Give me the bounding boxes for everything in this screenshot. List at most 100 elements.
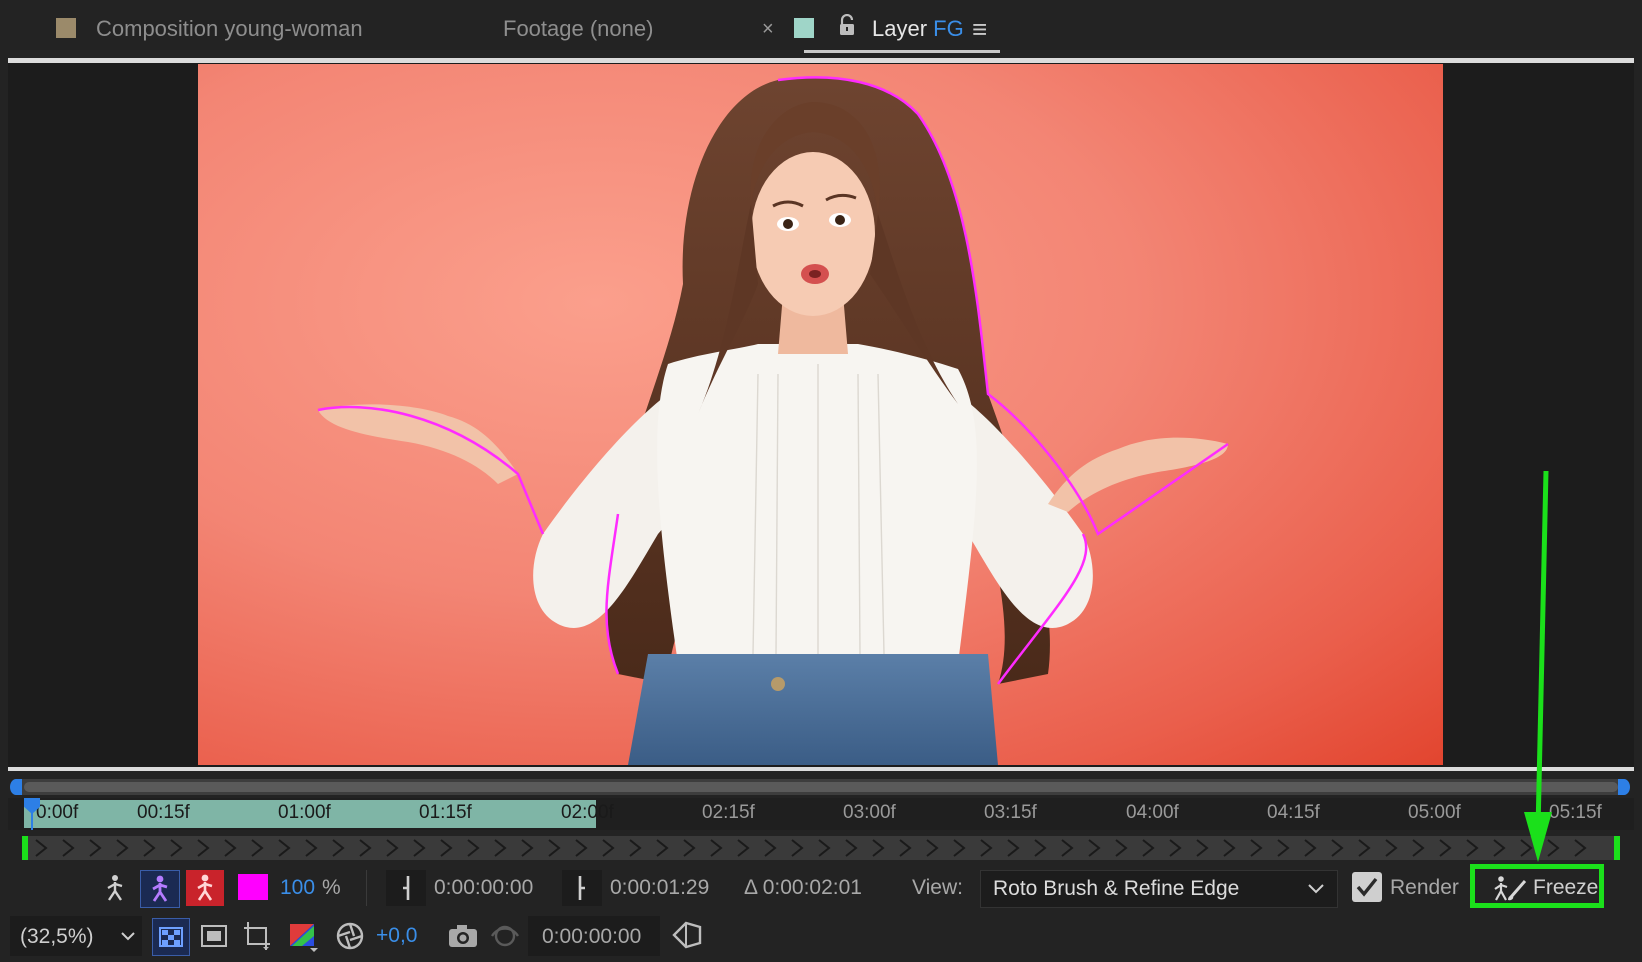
ruler-label: 05:00f xyxy=(1408,802,1461,823)
overlay-opacity-unit: % xyxy=(322,876,341,899)
chevron-right-icon xyxy=(89,839,102,857)
chevron-right-icon xyxy=(1034,839,1047,857)
overlay-opacity-value[interactable]: 100 xyxy=(280,876,315,900)
time-ruler[interactable]: 0:00f 00:15f 01:00f 01:15f 02:00f 02:15f… xyxy=(8,798,1634,830)
chevron-right-icon xyxy=(440,839,453,857)
chevron-right-icon xyxy=(224,839,237,857)
roto-controls-bar: 100 % 0:00:00:00 0:00:01:29 Δ 0:00:02:01… xyxy=(0,864,1642,912)
chevron-right-icon xyxy=(1007,839,1020,857)
chevron-right-icon xyxy=(629,839,642,857)
tab-layer[interactable]: Layer FG xyxy=(872,16,964,42)
chevron-right-icon xyxy=(575,839,588,857)
freeze-button[interactable]: Freeze xyxy=(1470,864,1604,908)
chevron-right-icon xyxy=(1385,839,1398,857)
exposure-reset-icon[interactable] xyxy=(332,918,368,954)
chevron-right-icon xyxy=(683,839,696,857)
freeze-brush-icon xyxy=(1494,876,1527,901)
in-point-timecode[interactable]: 0:00:00:00 xyxy=(434,876,533,900)
chevron-right-icon xyxy=(1115,839,1128,857)
set-out-point-button[interactable] xyxy=(562,870,602,906)
ruler-label: 02:00f xyxy=(561,802,614,823)
chevron-right-icon xyxy=(548,839,561,857)
chevron-right-icon xyxy=(386,839,399,857)
chevron-right-icon xyxy=(764,839,777,857)
out-point-timecode[interactable]: 0:00:01:29 xyxy=(610,876,709,900)
chevron-down-icon xyxy=(1308,884,1324,894)
chevron-right-icon xyxy=(1169,839,1182,857)
chevron-right-icon xyxy=(35,839,48,857)
checkmark-icon xyxy=(1356,877,1378,897)
exposure-value[interactable]: +0,0 xyxy=(376,924,417,948)
chevron-right-icon xyxy=(791,839,804,857)
chevron-right-icon xyxy=(953,839,966,857)
lock-icon[interactable] xyxy=(838,14,856,38)
layer-viewer[interactable] xyxy=(8,63,1634,767)
show-background-button[interactable] xyxy=(186,870,224,906)
flowchart-nav-icon[interactable] xyxy=(670,918,706,952)
tab-layer-label: Layer xyxy=(872,16,928,41)
toggle-mask-icon[interactable] xyxy=(198,922,230,950)
ruler-label: 04:00f xyxy=(1126,802,1179,823)
chevron-right-icon xyxy=(1331,839,1344,857)
magnification-value: (32,5%) xyxy=(20,925,94,948)
work-area-range xyxy=(24,782,1618,792)
render-checkbox[interactable] xyxy=(1352,872,1382,902)
work-area-end-handle[interactable] xyxy=(1618,779,1630,795)
chevron-right-icon xyxy=(278,839,291,857)
propagation-chevrons xyxy=(35,839,1587,857)
chevron-right-icon xyxy=(818,839,831,857)
panel-menu-icon[interactable]: ≡ xyxy=(972,14,987,45)
chevron-right-icon xyxy=(467,839,480,857)
chevron-right-icon xyxy=(494,839,507,857)
background-person-icon xyxy=(197,874,213,901)
out-point-icon xyxy=(578,876,585,900)
chevron-down-icon xyxy=(121,932,135,941)
ruler-label: 01:00f xyxy=(278,802,331,823)
chevron-right-icon xyxy=(1196,839,1209,857)
transparency-grid-button[interactable] xyxy=(152,918,190,956)
chevron-right-icon xyxy=(1493,839,1506,857)
chevron-right-icon xyxy=(845,839,858,857)
chevron-right-icon xyxy=(899,839,912,857)
chevron-right-icon xyxy=(1142,839,1155,857)
layer-canvas[interactable] xyxy=(198,64,1443,765)
span-start-marker xyxy=(22,836,28,860)
chevron-right-icon xyxy=(143,839,156,857)
work-area-start-handle[interactable] xyxy=(10,779,22,795)
set-in-point-button[interactable] xyxy=(386,870,426,906)
current-time-display[interactable]: 0:00:00:00 xyxy=(528,916,660,956)
in-point-icon xyxy=(403,876,410,900)
render-label: Render xyxy=(1390,876,1459,899)
ruler-label: 0:00f xyxy=(36,802,79,823)
tab-composition[interactable]: Composition young-woman xyxy=(96,16,363,42)
chevron-right-icon xyxy=(1358,839,1371,857)
tab-footage[interactable]: Footage (none) xyxy=(503,16,653,42)
overlay-color-swatch[interactable] xyxy=(238,874,268,900)
ruler-label: 01:15f xyxy=(419,802,472,823)
propagation-frame-track[interactable] xyxy=(22,836,1620,860)
channel-rgb-icon[interactable] xyxy=(286,918,322,954)
view-label: View: xyxy=(912,876,963,899)
ruler-label: 05:15f xyxy=(1549,802,1602,823)
chevron-right-icon xyxy=(926,839,939,857)
show-foreground-button[interactable] xyxy=(140,870,180,908)
show-snapshot-icon[interactable] xyxy=(488,920,522,952)
region-of-interest-icon[interactable] xyxy=(240,918,276,954)
chevron-right-icon xyxy=(305,839,318,857)
magnification-dropdown[interactable]: (32,5%) xyxy=(10,916,142,956)
chevron-right-icon xyxy=(62,839,75,857)
tab-close-icon[interactable]: × xyxy=(762,18,774,41)
roto-person-icon[interactable] xyxy=(104,874,126,902)
camera-snapshot-icon[interactable] xyxy=(446,920,480,952)
view-dropdown[interactable]: Roto Brush & Refine Edge xyxy=(980,870,1338,908)
layer-color-swatch xyxy=(794,18,814,38)
work-area-bar[interactable] xyxy=(10,779,1630,795)
composition-color-swatch xyxy=(56,18,76,38)
chevron-right-icon xyxy=(251,839,264,857)
checkerboard-icon xyxy=(159,927,183,947)
viewer-footer-bar: (32,5%) +0,0 0:00:00:00 xyxy=(0,912,1642,962)
chevron-right-icon xyxy=(359,839,372,857)
chevron-right-icon xyxy=(1277,839,1290,857)
chevron-right-icon xyxy=(521,839,534,857)
span-end-marker xyxy=(1614,836,1620,860)
